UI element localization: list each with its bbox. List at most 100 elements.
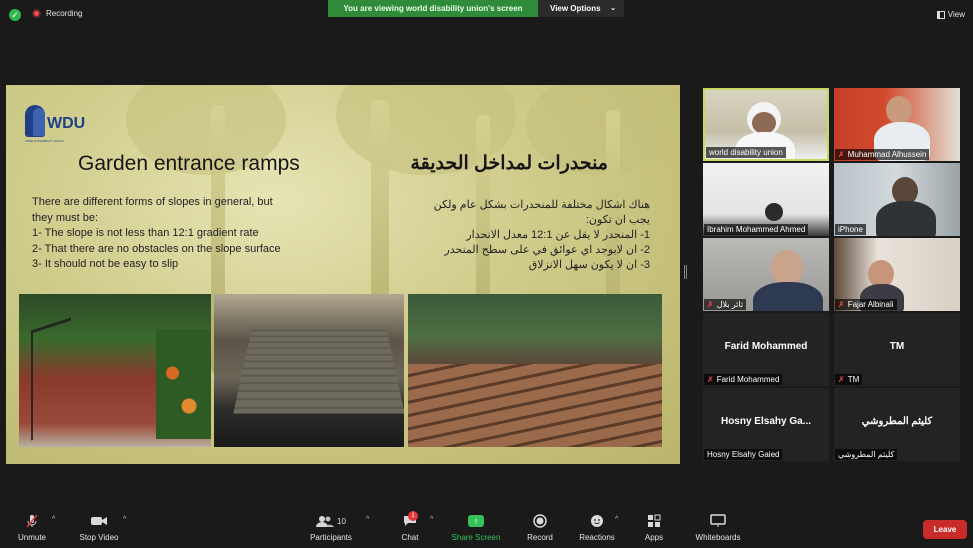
video-face xyxy=(886,96,912,124)
chat-label: Chat xyxy=(401,533,419,542)
view-label: View xyxy=(947,10,965,19)
record-icon xyxy=(525,513,555,529)
recording-label: Recording xyxy=(46,9,83,18)
apps-icon xyxy=(642,513,666,529)
flower-bed xyxy=(156,329,211,439)
participant-name-caption: world disability union xyxy=(706,147,786,158)
share-screen-label: Share Screen xyxy=(451,533,501,542)
chat-button[interactable]: 1 Chat xyxy=(398,511,422,542)
participant-tile[interactable]: Ibrahim Mohammed Ahmed xyxy=(703,163,829,236)
participant-name: Hosny Elsahy Gaied xyxy=(707,450,780,459)
body-line: 1- The slope is not less than 12:1 gradi… xyxy=(32,227,259,239)
chat-unread-badge: 1 xyxy=(408,511,418,521)
participant-display-name: TM xyxy=(889,341,905,352)
stop-video-button[interactable]: Stop Video xyxy=(76,513,122,542)
participant-name-caption: كليثم المطروشي xyxy=(835,449,898,460)
reactions-caret-icon[interactable]: ^ xyxy=(615,516,618,523)
participant-display-name: Farid Mohammed xyxy=(724,341,808,352)
participants-label: Participants xyxy=(310,533,352,542)
participant-tile[interactable]: ✗ Fajar Albinali xyxy=(834,238,960,311)
participants-button[interactable]: 10 Participants xyxy=(306,513,356,542)
slide-title-ar: منحدرات لمداخل الحديقة xyxy=(410,153,608,174)
share-screen-button[interactable]: ↑ Share Screen xyxy=(450,513,502,542)
unmute-label: Unmute xyxy=(17,533,46,542)
video-options-caret-icon[interactable]: ^ xyxy=(123,516,126,523)
participant-name: Muhammad Alhussein xyxy=(847,150,927,159)
participants-caret-icon[interactable]: ^ xyxy=(366,516,369,523)
view-options-button[interactable]: View Options ⌄ xyxy=(538,0,624,17)
video-camera-icon xyxy=(76,513,122,529)
chevron-down-icon: ⌄ xyxy=(610,5,616,12)
view-options-label: View Options xyxy=(550,4,601,13)
recording-dot-icon xyxy=(32,9,41,18)
zoom-meeting-window: ✓ Recording You are viewing world disabi… xyxy=(0,0,973,548)
mic-muted-icon xyxy=(14,513,50,529)
participant-name-caption: ✗ Muhammad Alhussein xyxy=(835,149,930,160)
participant-name-caption: ✗ ثائر بلال xyxy=(704,299,747,310)
mic-muted-icon: ✗ xyxy=(838,150,845,159)
participant-name-caption: iPhone xyxy=(835,224,866,235)
whiteboards-button[interactable]: Whiteboards xyxy=(692,513,744,542)
mic-muted-icon: ✗ xyxy=(838,300,845,309)
recording-indicator[interactable]: Recording xyxy=(32,9,82,18)
participant-tile[interactable]: كليثم المطروشي كليثم المطروشي xyxy=(834,388,960,461)
whiteboard-icon xyxy=(692,513,744,529)
participant-tile[interactable]: Hosny Elsahy Ga... Hosny Elsahy Gaied xyxy=(703,388,829,461)
participant-tile[interactable]: world disability union xyxy=(703,88,829,161)
record-button[interactable]: Record xyxy=(525,513,555,542)
record-label: Record xyxy=(527,533,553,542)
video-face xyxy=(765,203,783,221)
meeting-toolbar: Unmute ^ Stop Video ^ 10 Participants ^ … xyxy=(0,508,973,548)
smiley-plus-icon xyxy=(576,513,618,529)
mic-muted-icon: ✗ xyxy=(707,375,714,384)
apps-button[interactable]: Apps xyxy=(642,513,666,542)
slide-body-en: There are different forms of slopes in g… xyxy=(32,195,312,273)
participant-tile[interactable]: TM ✗ TM xyxy=(834,313,960,386)
reactions-button[interactable]: Reactions xyxy=(576,513,618,542)
top-bar: ✓ Recording You are viewing world disabi… xyxy=(0,0,973,30)
wooden-ramp xyxy=(233,325,404,414)
leave-button[interactable]: Leave xyxy=(923,520,967,539)
body-line: 3- It should not be easy to slip xyxy=(32,258,179,270)
security-shield-icon[interactable]: ✓ xyxy=(9,9,21,21)
video-face xyxy=(752,112,776,134)
logo-text: WDU xyxy=(47,115,86,132)
logo-subtitle: WORLD DISABILITY UNION xyxy=(25,139,64,143)
apps-label: Apps xyxy=(644,533,664,542)
participant-name: world disability union xyxy=(709,148,783,157)
ramp-photo-brick-steps xyxy=(408,294,662,447)
participants-icon: 10 xyxy=(306,513,356,529)
unmute-button[interactable]: Unmute xyxy=(14,513,50,542)
participant-name: Ibrahim Mohammed Ahmed xyxy=(707,225,806,234)
video-face xyxy=(771,250,803,286)
layout-grid-icon xyxy=(936,10,945,19)
audio-options-caret-icon[interactable]: ^ xyxy=(52,516,55,523)
logo-figure-icon xyxy=(33,108,45,136)
body-line: 3- ان لا يكون سهل الانزلاق xyxy=(528,259,650,271)
body-line: 1- المنحدر لا يقل عن 12:1 معدل الانحدار xyxy=(466,229,650,241)
body-line: There are different forms of slopes in g… xyxy=(32,196,273,208)
participant-tile[interactable]: iPhone xyxy=(834,163,960,236)
participant-name: Farid Mohammed xyxy=(716,375,780,384)
participant-name: Fajar Albinali xyxy=(847,300,894,309)
video-body xyxy=(876,201,936,236)
mic-muted-icon: ✗ xyxy=(838,375,845,384)
participant-name-caption: ✗ Farid Mohammed xyxy=(704,374,783,385)
share-screen-icon: ↑ xyxy=(450,513,502,529)
slide-body-ar: هناك اشكال مختلفة للمنحدرات بشكل عام ولك… xyxy=(360,198,650,273)
video-body xyxy=(753,282,823,311)
participant-tile[interactable]: ✗ Muhammad Alhussein xyxy=(834,88,960,161)
body-line: هناك اشكال مختلفة للمنحدرات بشكل عام ولك… xyxy=(433,199,650,211)
participant-tile[interactable]: ✗ ثائر بلال xyxy=(703,238,829,311)
participants-count: 10 xyxy=(337,516,346,526)
panel-resize-handle[interactable] xyxy=(684,265,687,279)
participant-name-caption: ✗ Fajar Albinali xyxy=(835,299,897,310)
participant-name: iPhone xyxy=(838,225,863,234)
view-button[interactable]: View xyxy=(936,10,965,19)
body-line: يجب ان تكون: xyxy=(585,214,650,226)
shared-screen-slide: WDU WORLD DISABILITY UNION Garden entran… xyxy=(6,85,680,464)
participant-name-caption: Hosny Elsahy Gaied xyxy=(704,449,783,460)
stop-video-label: Stop Video xyxy=(79,533,119,542)
chat-caret-icon[interactable]: ^ xyxy=(430,516,433,523)
participant-tile[interactable]: Farid Mohammed ✗ Farid Mohammed xyxy=(703,313,829,386)
